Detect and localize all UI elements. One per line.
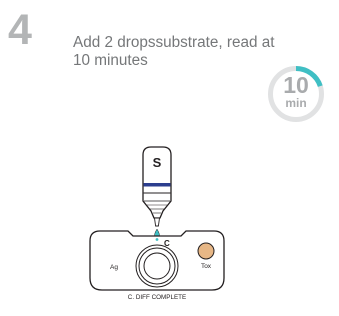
dropper-tip xyxy=(153,217,161,227)
port-label-tox: Tox xyxy=(201,263,212,270)
sample-well-inner xyxy=(143,252,171,280)
substrate-bottle: S xyxy=(142,146,172,238)
dropper-and-cassette-illustration: S C Ag Tox C. DIFF COMPLETE xyxy=(89,146,225,301)
tox-indicator-dot xyxy=(197,242,215,260)
bottle-label: S xyxy=(153,155,162,170)
test-cassette: C Ag Tox C. DIFF COMPLETE xyxy=(89,230,225,301)
port-label-c: C xyxy=(164,239,170,248)
bottle-band xyxy=(143,183,171,187)
device-name-label: C. DIFF COMPLETE xyxy=(128,294,186,301)
port-label-ag: Ag xyxy=(110,264,118,271)
